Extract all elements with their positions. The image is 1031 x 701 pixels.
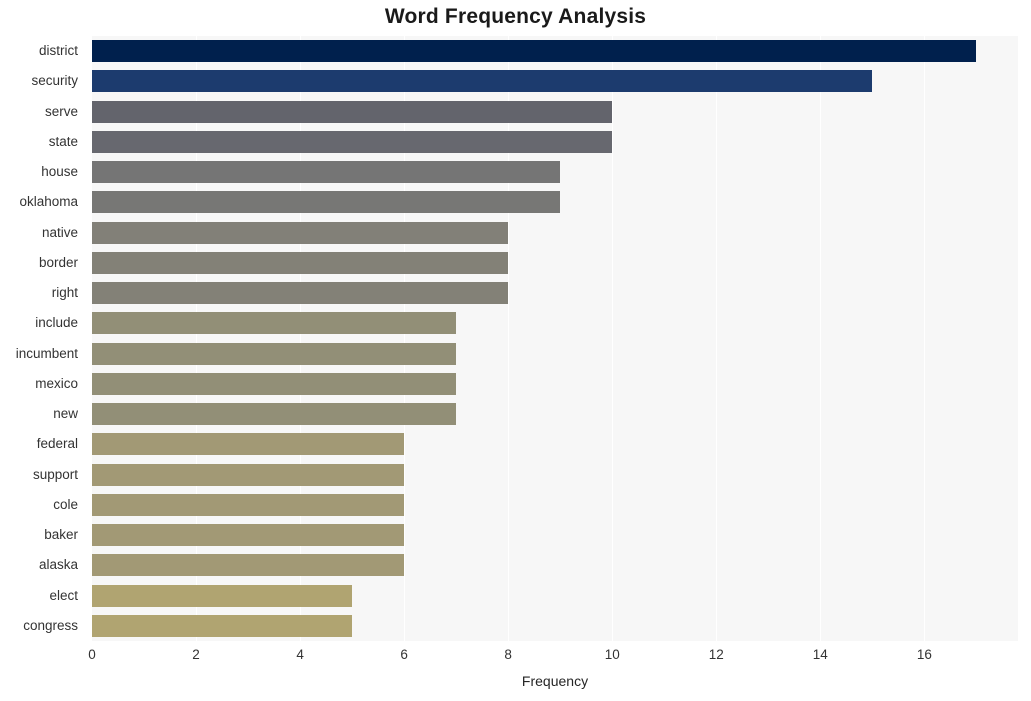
- chart-figure: Word Frequency Analysis district security…: [0, 0, 1031, 701]
- y-tick-label-native: native: [41, 224, 78, 240]
- bar[interactable]: [92, 433, 405, 456]
- bar[interactable]: [92, 191, 561, 214]
- x-tick-label-12: 12: [708, 647, 724, 662]
- bar-row: [92, 339, 1018, 369]
- bar-row: [92, 157, 1018, 187]
- y-tick-label-house: house: [41, 164, 78, 179]
- bar-row: [92, 97, 1018, 127]
- bar[interactable]: [92, 493, 405, 516]
- bar[interactable]: [92, 372, 457, 395]
- x-tick-label-16: 16: [916, 647, 932, 662]
- bar-row: [92, 490, 1018, 520]
- y-tick-label-include: include: [35, 315, 78, 331]
- bar-row: [92, 248, 1018, 278]
- y-tick-label-mexico: mexico: [35, 375, 78, 391]
- bar[interactable]: [92, 524, 405, 547]
- bar-row: [92, 218, 1018, 248]
- bar[interactable]: [92, 554, 405, 577]
- bar-row: [92, 520, 1018, 550]
- bar-row: [92, 308, 1018, 338]
- y-tick-label-support: support: [32, 466, 78, 482]
- y-tick-label-alaska: alaska: [38, 557, 78, 573]
- bar[interactable]: [92, 221, 509, 244]
- x-tick-label-0: 0: [88, 647, 96, 662]
- y-tick-label-oklahoma: oklahoma: [19, 194, 78, 210]
- y-tick-label-security: security: [31, 73, 78, 89]
- x-axis-title: Frequency: [521, 673, 589, 689]
- bar-row: [92, 460, 1018, 490]
- y-tick-label-incumbent: incumbent: [15, 345, 78, 361]
- plot-area: [92, 36, 1018, 641]
- bar-row: [92, 399, 1018, 429]
- bar-row: [92, 127, 1018, 157]
- bar-row: [92, 429, 1018, 459]
- bar[interactable]: [92, 161, 561, 184]
- y-tick-label-cole: cole: [53, 496, 78, 512]
- x-tick-label-14: 14: [812, 647, 828, 662]
- y-tick-label-border: border: [38, 254, 78, 270]
- bar-row: [92, 187, 1018, 217]
- bar[interactable]: [92, 70, 873, 93]
- x-tick-label-4: 4: [296, 647, 304, 662]
- y-tick-label-congress: congress: [23, 617, 78, 633]
- bar-row: [92, 66, 1018, 96]
- bar-row: [92, 369, 1018, 399]
- bar-row: [92, 611, 1018, 641]
- bar-row: [92, 581, 1018, 611]
- y-tick-label-serve: serve: [44, 103, 78, 119]
- x-tick-label-8: 8: [504, 647, 512, 662]
- bar[interactable]: [92, 342, 457, 365]
- bar-row: [92, 278, 1018, 308]
- bar[interactable]: [92, 584, 353, 607]
- y-tick-label-elect: elect: [49, 587, 78, 603]
- x-tick-label-2: 2: [192, 647, 200, 662]
- y-axis: district security serve state house oklahoma n…: [0, 36, 86, 641]
- bar[interactable]: [92, 463, 405, 486]
- bar-row: [92, 36, 1018, 66]
- y-tick-label-federal: federal: [36, 436, 78, 452]
- x-tick-label-6: 6: [400, 647, 408, 662]
- bar[interactable]: [92, 282, 509, 305]
- bar[interactable]: [92, 614, 353, 637]
- bar[interactable]: [92, 130, 613, 153]
- x-axis: 0 2 4 6 8 10 12 14 16: [88, 641, 1018, 671]
- y-tick-label-baker: baker: [44, 527, 78, 542]
- y-tick-label-new: new: [53, 406, 78, 421]
- bar[interactable]: [92, 100, 613, 123]
- chart-title: Word Frequency Analysis: [384, 5, 647, 28]
- bar[interactable]: [92, 312, 457, 335]
- x-tick-label-10: 10: [604, 647, 620, 662]
- y-tick-label-state: state: [48, 133, 78, 149]
- y-tick-label-district: district: [38, 43, 78, 58]
- y-tick-label-right: right: [51, 285, 78, 300]
- bar-row: [92, 550, 1018, 580]
- bar[interactable]: [92, 403, 457, 426]
- bar[interactable]: [92, 251, 509, 274]
- bar[interactable]: [92, 40, 977, 63]
